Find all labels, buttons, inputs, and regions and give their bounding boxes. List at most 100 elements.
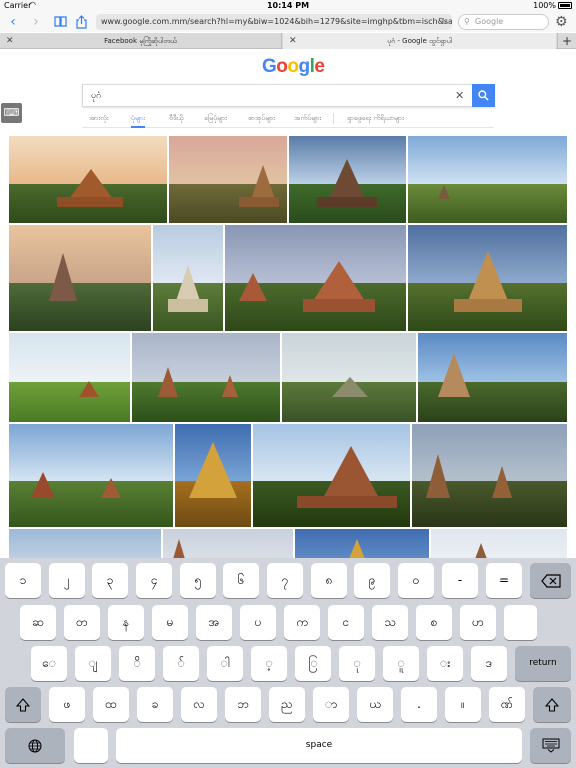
back-icon[interactable]: ‹	[6, 12, 20, 32]
key[interactable]: ည	[269, 687, 305, 722]
key[interactable]: ၄	[136, 563, 172, 598]
shift-key-right[interactable]	[533, 687, 571, 722]
key[interactable]: း	[427, 646, 463, 681]
key[interactable]: ါ	[207, 646, 243, 681]
key[interactable]: စ	[416, 605, 452, 640]
keyboard-toggle-icon[interactable]: ⌨	[1, 103, 22, 123]
key[interactable]: .	[401, 687, 437, 722]
new-tab-button[interactable]: +	[557, 33, 576, 49]
result-image[interactable]	[289, 136, 406, 223]
shift-key[interactable]	[5, 687, 41, 722]
dismiss-keyboard-key[interactable]	[530, 728, 571, 763]
search-button[interactable]	[472, 84, 495, 107]
tab-search-tools[interactable]: ရှာဖွေရေး ကိရိယာများ	[347, 108, 404, 128]
close-tab-icon[interactable]: ✕	[6, 33, 14, 49]
key[interactable]: ူ	[383, 646, 419, 681]
result-image[interactable]	[408, 225, 567, 331]
result-image[interactable]	[9, 136, 167, 223]
result-image[interactable]	[132, 333, 280, 422]
result-image[interactable]	[253, 424, 410, 527]
key[interactable]: ိ	[119, 646, 155, 681]
key[interactable]: ခ	[137, 687, 173, 722]
clear-icon[interactable]: ✕	[455, 85, 464, 107]
key[interactable]: ။	[445, 687, 481, 722]
result-image[interactable]	[408, 136, 567, 223]
key[interactable]: ်	[163, 646, 199, 681]
result-image[interactable]	[282, 333, 416, 422]
result-image[interactable]	[9, 333, 130, 422]
result-image[interactable]	[412, 424, 567, 527]
key[interactable]: ့	[251, 646, 287, 681]
result-image[interactable]	[9, 225, 151, 331]
key[interactable]: ဏ်	[489, 687, 525, 722]
tab-maps[interactable]: မြေပုံများ	[204, 108, 227, 128]
tab-books[interactable]: စာအုပ်များ	[248, 108, 275, 128]
key[interactable]: င	[328, 605, 364, 640]
key[interactable]: ု	[339, 646, 375, 681]
result-image[interactable]	[225, 225, 406, 331]
key[interactable]: သ	[372, 605, 408, 640]
url-field[interactable]: www.google.com.mm/search?hl=my&biw=1024&…	[96, 14, 452, 30]
key[interactable]: ြ	[295, 646, 331, 681]
return-key[interactable]: return	[515, 646, 571, 681]
result-image[interactable]	[175, 424, 251, 527]
reload-icon[interactable]: ↻	[440, 14, 448, 30]
key[interactable]: ၂	[49, 563, 85, 598]
space-key[interactable]: space	[116, 728, 522, 763]
emoji-key[interactable]	[74, 728, 108, 763]
tab-images[interactable]: ပုံများ	[131, 108, 145, 128]
tab-all[interactable]: အားလုံး	[89, 108, 108, 128]
key[interactable]: တ	[64, 605, 100, 640]
key[interactable]: ဖ	[49, 687, 85, 722]
result-image[interactable]	[9, 424, 173, 527]
share-icon[interactable]	[74, 12, 88, 32]
result-image[interactable]	[431, 529, 567, 561]
search-query[interactable]: ပုဂံ	[91, 85, 101, 107]
globe-key[interactable]	[5, 728, 65, 763]
key[interactable]: ၉	[354, 563, 390, 598]
google-logo[interactable]: Google	[262, 56, 325, 78]
key[interactable]: ဘ	[225, 687, 261, 722]
key[interactable]: ၀	[398, 563, 434, 598]
key[interactable]: ဟ	[460, 605, 496, 640]
key[interactable]: လ	[181, 687, 217, 722]
result-image[interactable]	[9, 529, 161, 561]
backspace-key[interactable]	[530, 563, 571, 598]
key[interactable]: အ	[196, 605, 232, 640]
key[interactable]: ဆ	[20, 605, 56, 640]
result-image[interactable]	[153, 225, 223, 331]
key[interactable]: ၃	[92, 563, 128, 598]
key[interactable]: ထ	[93, 687, 129, 722]
gear-icon[interactable]: ⚙	[555, 12, 568, 32]
key[interactable]: ၅	[180, 563, 216, 598]
bookmarks-icon[interactable]	[52, 12, 68, 32]
tab-facebook[interactable]: ✕ Facebook မှကြိုဆိုပါတယ်	[0, 33, 282, 49]
key[interactable]: ၁	[5, 563, 41, 598]
key[interactable]: ဒ	[471, 646, 507, 681]
tab-apps[interactable]: အက်ပ်များ	[294, 108, 321, 128]
key[interactable]	[504, 605, 537, 640]
key[interactable]: ၆	[223, 563, 259, 598]
key[interactable]: န	[108, 605, 144, 640]
key[interactable]: ာ	[313, 687, 349, 722]
search-field[interactable]: ⚲ Google	[458, 14, 549, 30]
key[interactable]: က	[284, 605, 320, 640]
key[interactable]: -	[442, 563, 478, 598]
key[interactable]: ပ	[240, 605, 276, 640]
close-tab-icon[interactable]: ✕	[289, 33, 297, 49]
tab-videos[interactable]: ဗီဒီယို	[169, 108, 183, 128]
forward-icon[interactable]: ›	[29, 12, 43, 32]
result-image[interactable]	[169, 136, 287, 223]
google-search-box[interactable]: ပုဂံ ✕	[82, 84, 495, 107]
key[interactable]: ျ	[75, 646, 111, 681]
key[interactable]: ၇	[267, 563, 303, 598]
result-image[interactable]	[163, 529, 293, 561]
key[interactable]: မ	[152, 605, 188, 640]
key[interactable]: =	[486, 563, 522, 598]
key[interactable]: ၈	[311, 563, 347, 598]
result-image[interactable]	[418, 333, 567, 422]
key[interactable]: ေ	[31, 646, 67, 681]
tab-google[interactable]: ✕ ပုဂံ - Google ထွင်ရှာပါ	[283, 33, 556, 49]
key[interactable]: ယ	[357, 687, 393, 722]
result-image[interactable]	[295, 529, 429, 561]
